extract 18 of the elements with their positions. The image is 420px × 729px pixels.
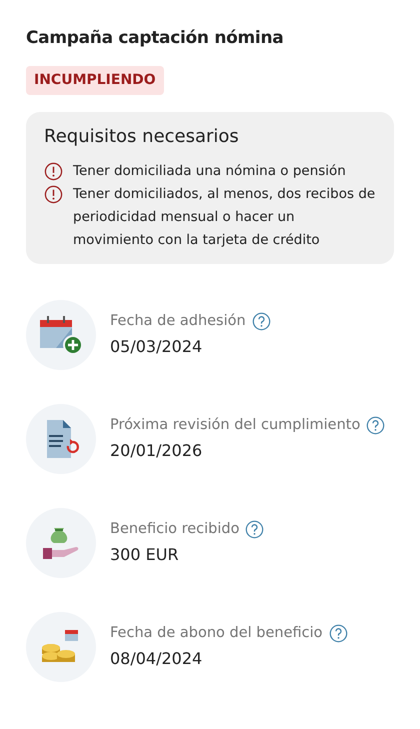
detail-value: 05/03/2024: [110, 336, 204, 358]
requirement-text: Tener domiciliada una nómina o pensión: [73, 162, 346, 181]
detail-value: 300 EUR: [110, 544, 180, 566]
help-icon[interactable]: [366, 416, 386, 436]
calendar-add-icon: [38, 314, 84, 356]
detail-label: Próxima revisión del cumplimiento: [110, 416, 360, 436]
detail-value: 20/01/2026: [110, 440, 204, 462]
detail-value: 08/04/2024: [110, 648, 204, 670]
page-title: Campaña captación nómina: [26, 28, 284, 48]
detail-label: Beneficio recibido: [110, 520, 240, 540]
help-icon[interactable]: [245, 520, 264, 540]
help-icon[interactable]: [252, 312, 271, 332]
status-badge: INCUMPLIENDO: [26, 66, 164, 96]
detail-label: Fecha de adhesión: [110, 312, 246, 332]
help-icon[interactable]: [328, 624, 348, 644]
card-title: Requisitos necesarios: [44, 126, 240, 148]
requirement-text: Tener domiciliados, al menos, dos recibos de periodicidad mensual o hacer un movimiento con la tarjeta de crédito: [73, 184, 376, 250]
detail-label: Fecha de abono del beneficio: [110, 624, 322, 644]
